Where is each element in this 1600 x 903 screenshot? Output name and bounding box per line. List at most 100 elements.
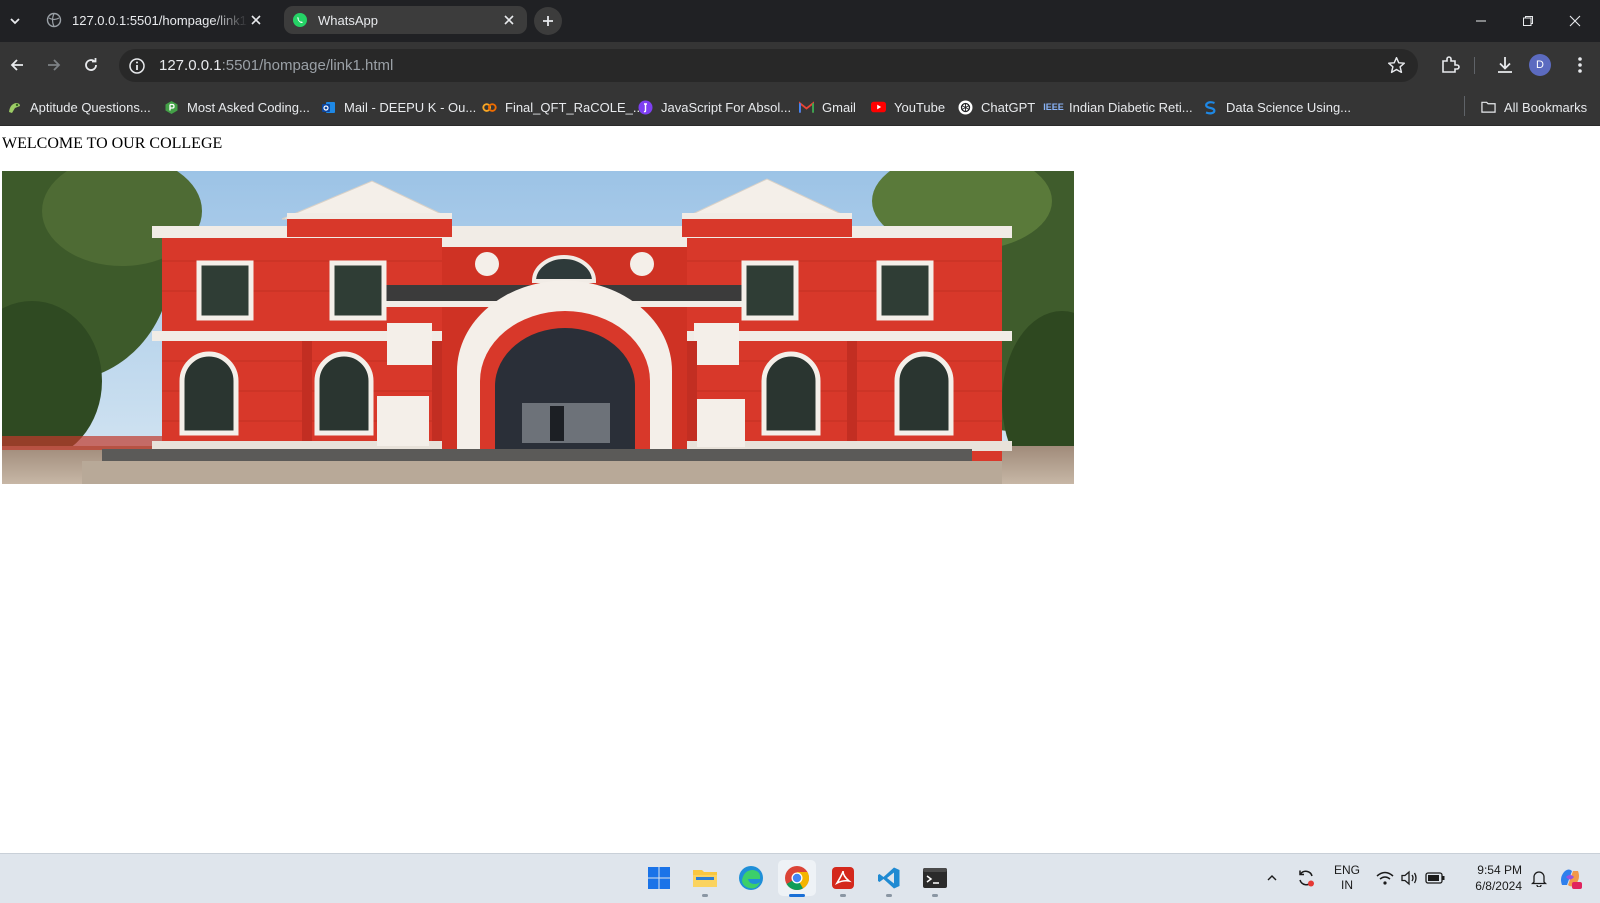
reload-button[interactable] (77, 51, 105, 79)
new-tab-button[interactable] (534, 7, 562, 35)
close-window-button[interactable] (1552, 0, 1598, 42)
whatsapp-icon (293, 13, 307, 27)
bookmark-label: ChatGPT (981, 99, 1036, 115)
forward-button[interactable] (40, 51, 68, 79)
globe-icon (46, 12, 62, 28)
running-indicator (932, 894, 938, 897)
downloads-button[interactable] (1492, 52, 1518, 78)
bookmark-label: Indian Diabetic Reti... (1069, 99, 1193, 115)
ieee-icon: IEEE (1043, 102, 1064, 112)
battery-icon (1425, 872, 1445, 884)
bookmarks-divider (1464, 96, 1465, 116)
reload-icon (85, 58, 97, 71)
data-science-icon (1203, 100, 1218, 115)
youtube-icon (871, 100, 886, 115)
show-hidden-icons-button[interactable] (1261, 867, 1283, 889)
extensions-button[interactable] (1437, 52, 1463, 78)
chrome-button[interactable] (778, 860, 816, 897)
bookmarks-bar: Aptitude Questions... Most Asked Coding.… (0, 88, 1600, 126)
chatgpt-icon (958, 100, 973, 115)
back-button[interactable] (3, 51, 31, 79)
puzzle-icon (1442, 56, 1460, 73)
tab-close-button[interactable] (501, 12, 517, 28)
close-icon (504, 15, 514, 25)
browser-toolbar: 127.0.0.1:5501/hompage/link1.html D (0, 42, 1600, 88)
chevron-up-icon (1267, 875, 1277, 881)
javascript-course-icon (638, 100, 653, 115)
bookmark-youtube[interactable]: YouTube (871, 97, 945, 117)
more-vertical-icon (1578, 57, 1582, 73)
bookmark-star-icon[interactable] (1387, 56, 1406, 75)
bookmark-colab[interactable]: Final_QFT_RaCOLE_... (482, 97, 644, 117)
language-indicator[interactable]: ENG IN (1330, 863, 1364, 893)
toolbar-divider (1474, 57, 1475, 74)
bookmark-data-science[interactable]: Data Science Using... (1203, 97, 1351, 117)
speaker-icon (1401, 870, 1417, 886)
copilot-icon (1561, 869, 1582, 889)
bookmark-label: Aptitude Questions... (30, 99, 151, 115)
bookmark-label: Gmail (822, 99, 856, 115)
address-url: 127.0.0.1:5501/hompage/link1.html (159, 57, 393, 74)
bookmark-label: JavaScript For Absol... (661, 99, 792, 115)
file-explorer-icon (693, 870, 717, 887)
language-region: IN (1341, 878, 1353, 892)
terminal-button[interactable] (916, 860, 954, 897)
minimize-button[interactable] (1458, 0, 1504, 42)
all-bookmarks-button[interactable]: All Bookmarks (1481, 97, 1587, 117)
bell-icon (1531, 871, 1547, 887)
profile-avatar[interactable]: D (1529, 54, 1551, 76)
running-indicator (702, 894, 708, 897)
all-bookmarks-label: All Bookmarks (1504, 99, 1588, 115)
sync-tray-button[interactable] (1295, 867, 1317, 889)
wifi-button[interactable] (1374, 867, 1396, 889)
gmail-icon (799, 100, 814, 115)
coding-icon (164, 100, 179, 115)
url-host: 127.0.0.1 (159, 57, 222, 74)
aptitude-icon (7, 100, 22, 115)
address-bar[interactable]: 127.0.0.1:5501/hompage/link1.html (119, 49, 1418, 82)
bookmark-coding[interactable]: Most Asked Coding... (164, 97, 310, 117)
college-building-image (2, 171, 1074, 484)
acrobat-button[interactable] (824, 860, 862, 897)
edge-button[interactable] (732, 860, 770, 896)
copilot-button[interactable] (1556, 864, 1584, 892)
arrow-left-icon (10, 59, 23, 71)
clock[interactable]: 9:54 PM 6/8/2024 (1452, 862, 1522, 894)
chrome-icon (785, 866, 810, 891)
windows-start-icon (648, 867, 670, 889)
vscode-icon (878, 867, 900, 889)
download-icon (1498, 57, 1512, 73)
start-button[interactable] (640, 860, 678, 896)
bookmark-label: Most Asked Coding... (187, 99, 310, 115)
tab-search-button[interactable] (0, 6, 30, 36)
outlook-icon (321, 100, 336, 115)
bookmark-aptitude[interactable]: Aptitude Questions... (7, 97, 151, 117)
vscode-button[interactable] (870, 860, 908, 897)
tab-title: 127.0.0.1:5501/hompage/link1.html (72, 12, 248, 28)
bookmark-mail[interactable]: Mail - DEEPU K - Ou... (321, 97, 476, 117)
info-icon[interactable] (128, 57, 146, 75)
bookmark-chatgpt[interactable]: ChatGPT (958, 97, 1035, 117)
restore-button[interactable] (1505, 0, 1551, 42)
tab-close-button[interactable] (248, 12, 264, 28)
running-indicator (840, 894, 846, 897)
close-icon (1569, 15, 1581, 27)
battery-button[interactable] (1424, 867, 1446, 889)
bookmark-label: Mail - DEEPU K - Ou... (344, 99, 477, 115)
edge-icon (739, 866, 763, 890)
tab-link1[interactable]: 127.0.0.1:5501/hompage/link1.html (38, 6, 274, 34)
terminal-icon (923, 868, 947, 888)
windows-taskbar: ENG IN 9:54 PM 6/8/2024 (0, 853, 1600, 903)
notifications-button[interactable] (1528, 867, 1550, 889)
running-indicator (789, 894, 805, 897)
bookmark-gmail[interactable]: Gmail (799, 97, 856, 117)
bookmark-ieee[interactable]: IEEE Indian Diabetic Reti... (1043, 97, 1193, 117)
restore-icon (1523, 16, 1533, 26)
file-explorer-button[interactable] (686, 860, 724, 897)
bookmark-javascript[interactable]: JavaScript For Absol... (638, 97, 791, 117)
chrome-menu-button[interactable] (1567, 52, 1593, 78)
volume-button[interactable] (1398, 867, 1420, 889)
tab-whatsapp[interactable]: WhatsApp (284, 6, 527, 34)
bookmark-label: Final_QFT_RaCOLE_... (505, 99, 644, 115)
language-code: ENG (1333, 863, 1360, 877)
